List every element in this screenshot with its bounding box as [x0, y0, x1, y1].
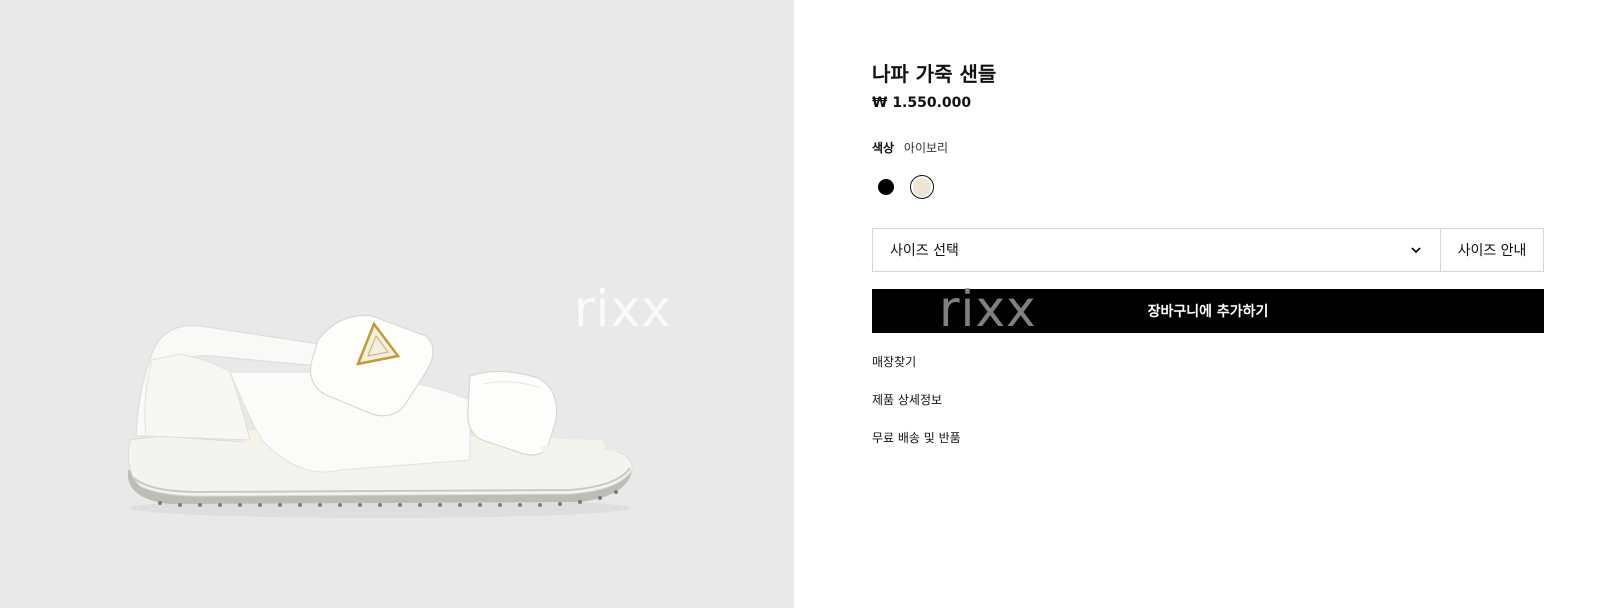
store-locator-link[interactable]: 매장찾기 — [872, 353, 916, 370]
color-swatch-black[interactable] — [874, 175, 898, 199]
shipping-returns-link[interactable]: 무료 배송 및 반품 — [872, 429, 961, 446]
color-label: 색상 — [872, 141, 895, 155]
size-row: 사이즈 선택 사이즈 안내 — [872, 228, 1544, 272]
color-row: 색상 아이보리 — [872, 139, 948, 156]
size-select-dropdown[interactable]: 사이즈 선택 — [873, 229, 1440, 271]
product-price: ₩ 1.550.000 — [872, 95, 972, 111]
size-select-label: 사이즈 선택 — [890, 243, 959, 259]
chevron-down-icon — [1411, 247, 1421, 254]
swatch-dot — [878, 179, 894, 195]
product-image-panel: rixx — [0, 0, 794, 608]
size-guide-button[interactable]: 사이즈 안내 — [1440, 229, 1543, 271]
swatch-dot — [913, 178, 931, 196]
color-value: 아이보리 — [903, 141, 949, 155]
color-swatch-ivory[interactable] — [910, 175, 934, 199]
product-title: 나파 가죽 샌들 — [872, 62, 997, 86]
add-to-cart-button[interactable]: 장바구니에 추가하기 — [872, 289, 1544, 333]
product-details-link[interactable]: 제품 상세정보 — [872, 391, 942, 408]
product-image — [127, 314, 633, 518]
product-page: rixx rixx 나파 가죽 샌들 ₩ 1.550.000 색상 아이보리 사… — [0, 0, 1604, 608]
